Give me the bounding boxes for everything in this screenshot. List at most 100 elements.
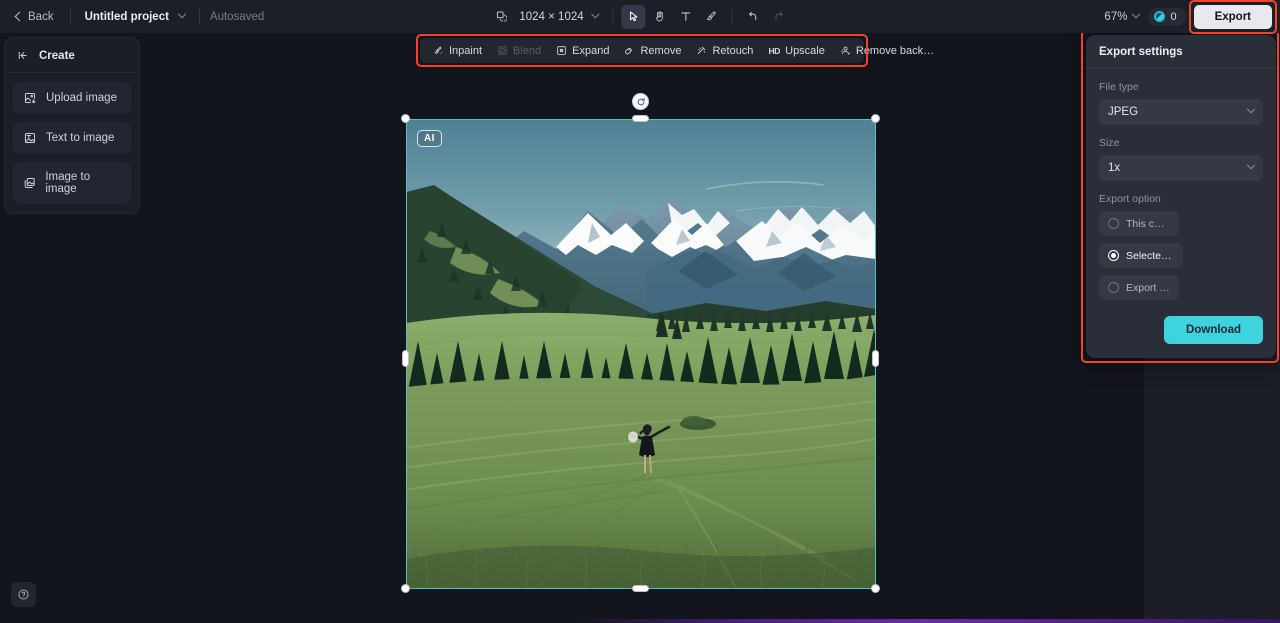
divider [69, 9, 71, 24]
coin-icon [1154, 11, 1166, 22]
size-select[interactable]: 1x [1099, 155, 1263, 181]
text-icon[interactable] [674, 5, 698, 29]
back-button-label: Back [28, 10, 54, 23]
tool-upscale-label: Upscale [785, 44, 825, 57]
tool-expand-label: Expand [572, 44, 610, 57]
selected-image[interactable]: AI [406, 119, 876, 589]
tool-inpaint-label: Inpaint [449, 44, 483, 57]
canvas-selection[interactable]: AI [401, 86, 880, 593]
tool-blend-label: Blend [513, 44, 542, 57]
brush-icon[interactable] [700, 5, 724, 29]
radio-icon [1108, 218, 1119, 229]
left-sidebar: Create Upload image Text to image Image … [4, 37, 140, 214]
app-root: Back Untitled project Autosaved 1024 × 1… [0, 0, 1280, 623]
chevron-down-icon [1246, 104, 1256, 114]
canvas-area[interactable]: Inpaint Blend Expand Remove Retouch HD U… [0, 33, 1280, 623]
resize-handle-top-right[interactable] [871, 114, 880, 123]
undo-icon[interactable] [741, 5, 765, 29]
chevron-left-icon [14, 11, 25, 22]
radio-icon [1108, 250, 1119, 261]
divider [731, 8, 733, 25]
tool-remove[interactable]: Remove [618, 41, 687, 61]
export-button[interactable]: Export [1193, 4, 1272, 29]
tool-retouch-label: Retouch [712, 44, 754, 57]
help-button[interactable] [11, 582, 36, 607]
image-to-image-icon [24, 178, 35, 188]
sidebar-header[interactable]: Create [5, 38, 139, 73]
top-bar-left: Back Untitled project Autosaved [0, 0, 264, 33]
resize-handle-bottom-right[interactable] [871, 584, 880, 593]
top-bar: Back Untitled project Autosaved 1024 × 1… [0, 0, 1280, 34]
back-button[interactable]: Back [8, 7, 60, 27]
sidebar-item-text-to-image-label: Text to image [46, 132, 115, 144]
tool-remove-background-label: Remove back… [855, 44, 935, 57]
export-option-selected-layer[interactable]: Selected l… [1099, 243, 1183, 268]
tool-remove-label: Remove [640, 44, 682, 57]
export-option-label: Export option [1099, 193, 1161, 205]
upscale-hd-icon: HD [768, 45, 781, 56]
file-type-select[interactable]: JPEG [1099, 99, 1263, 125]
image-toolbar: Inpaint Blend Expand Remove Retouch HD U… [416, 34, 934, 67]
tool-remove-background[interactable]: Remove back… [834, 41, 940, 61]
export-option-export-all-label: Export all … [1126, 281, 1170, 294]
credits-badge[interactable]: 0 [1148, 7, 1186, 26]
export-settings-header: Export settings [1086, 35, 1276, 69]
bottom-accent-bar [0, 619, 1280, 623]
top-bar-right: 67% 0 Export [1099, 0, 1277, 34]
resize-handle-bottom-left[interactable] [401, 584, 410, 593]
tool-blend[interactable]: Blend [491, 41, 547, 61]
project-title: Untitled project [84, 10, 169, 23]
chevron-down-icon [591, 9, 600, 18]
image-content-mountain-meadow [406, 119, 876, 589]
hand-icon[interactable] [648, 5, 672, 29]
canvas-size-selector[interactable]: 1024 × 1024 [515, 8, 602, 26]
cursor-icon[interactable] [621, 4, 646, 29]
resize-handle-right[interactable] [872, 350, 879, 367]
chevron-down-icon [177, 9, 187, 18]
collapse-panel-icon [18, 51, 27, 60]
credits-count: 0 [1170, 10, 1177, 23]
ai-badge: AI [417, 130, 442, 147]
sidebar-item-upload-image-label: Upload image [46, 92, 117, 104]
tool-retouch[interactable]: Retouch [690, 41, 759, 61]
text-to-image-icon [24, 132, 36, 144]
size-label: Size [1099, 137, 1120, 149]
autosaved-status: Autosaved [209, 10, 265, 23]
tool-upscale[interactable]: HD Upscale [762, 41, 830, 61]
tool-inpaint[interactable]: Inpaint [427, 41, 488, 61]
export-settings-body: File type JPEG Size 1x Export option Thi… [1086, 69, 1276, 300]
divider [198, 9, 200, 24]
zoom-selector[interactable]: 67% [1099, 8, 1144, 26]
export-settings-title: Export settings [1099, 46, 1183, 58]
rotate-handle[interactable] [632, 93, 649, 110]
export-option-group: This canvas Selected l… Export all … [1099, 211, 1263, 300]
size-value: 1x [1108, 162, 1121, 174]
resize-handle-left[interactable] [402, 350, 409, 367]
project-title-menu[interactable]: Untitled project [81, 8, 189, 26]
sidebar-item-upload-image[interactable]: Upload image [13, 82, 131, 114]
file-type-label: File type [1099, 81, 1139, 93]
resize-handle-top-left[interactable] [401, 114, 410, 123]
radio-icon [1108, 282, 1119, 293]
resize-handle-bottom[interactable] [632, 585, 649, 592]
frame-icon[interactable] [489, 5, 513, 29]
redo-icon[interactable] [767, 5, 791, 29]
sidebar-item-text-to-image[interactable]: Text to image [13, 122, 131, 154]
export-option-export-all[interactable]: Export all … [1099, 275, 1179, 300]
canvas-size-value: 1024 × 1024 [519, 10, 584, 23]
export-settings-panel: Export settings File type JPEG Size 1x E… [1081, 33, 1279, 363]
download-button[interactable]: Download [1164, 316, 1263, 344]
export-option-selected-layer-label: Selected l… [1126, 249, 1174, 262]
file-type-value: JPEG [1108, 106, 1139, 118]
top-bar-tools: 1024 × 1024 [489, 0, 790, 33]
sidebar-items: Upload image Text to image Image to imag… [5, 73, 139, 204]
sidebar-item-image-to-image[interactable]: Image to image [13, 162, 131, 204]
resize-handle-top[interactable] [632, 115, 649, 122]
zoom-level: 67% [1104, 10, 1128, 23]
export-option-this-canvas-label: This canvas [1126, 217, 1170, 230]
tool-expand[interactable]: Expand [550, 41, 615, 61]
export-option-this-canvas[interactable]: This canvas [1099, 211, 1179, 236]
export-settings-footer: Download [1086, 300, 1276, 344]
divider [612, 8, 614, 25]
export-button-wrapper: Export [1188, 0, 1277, 34]
